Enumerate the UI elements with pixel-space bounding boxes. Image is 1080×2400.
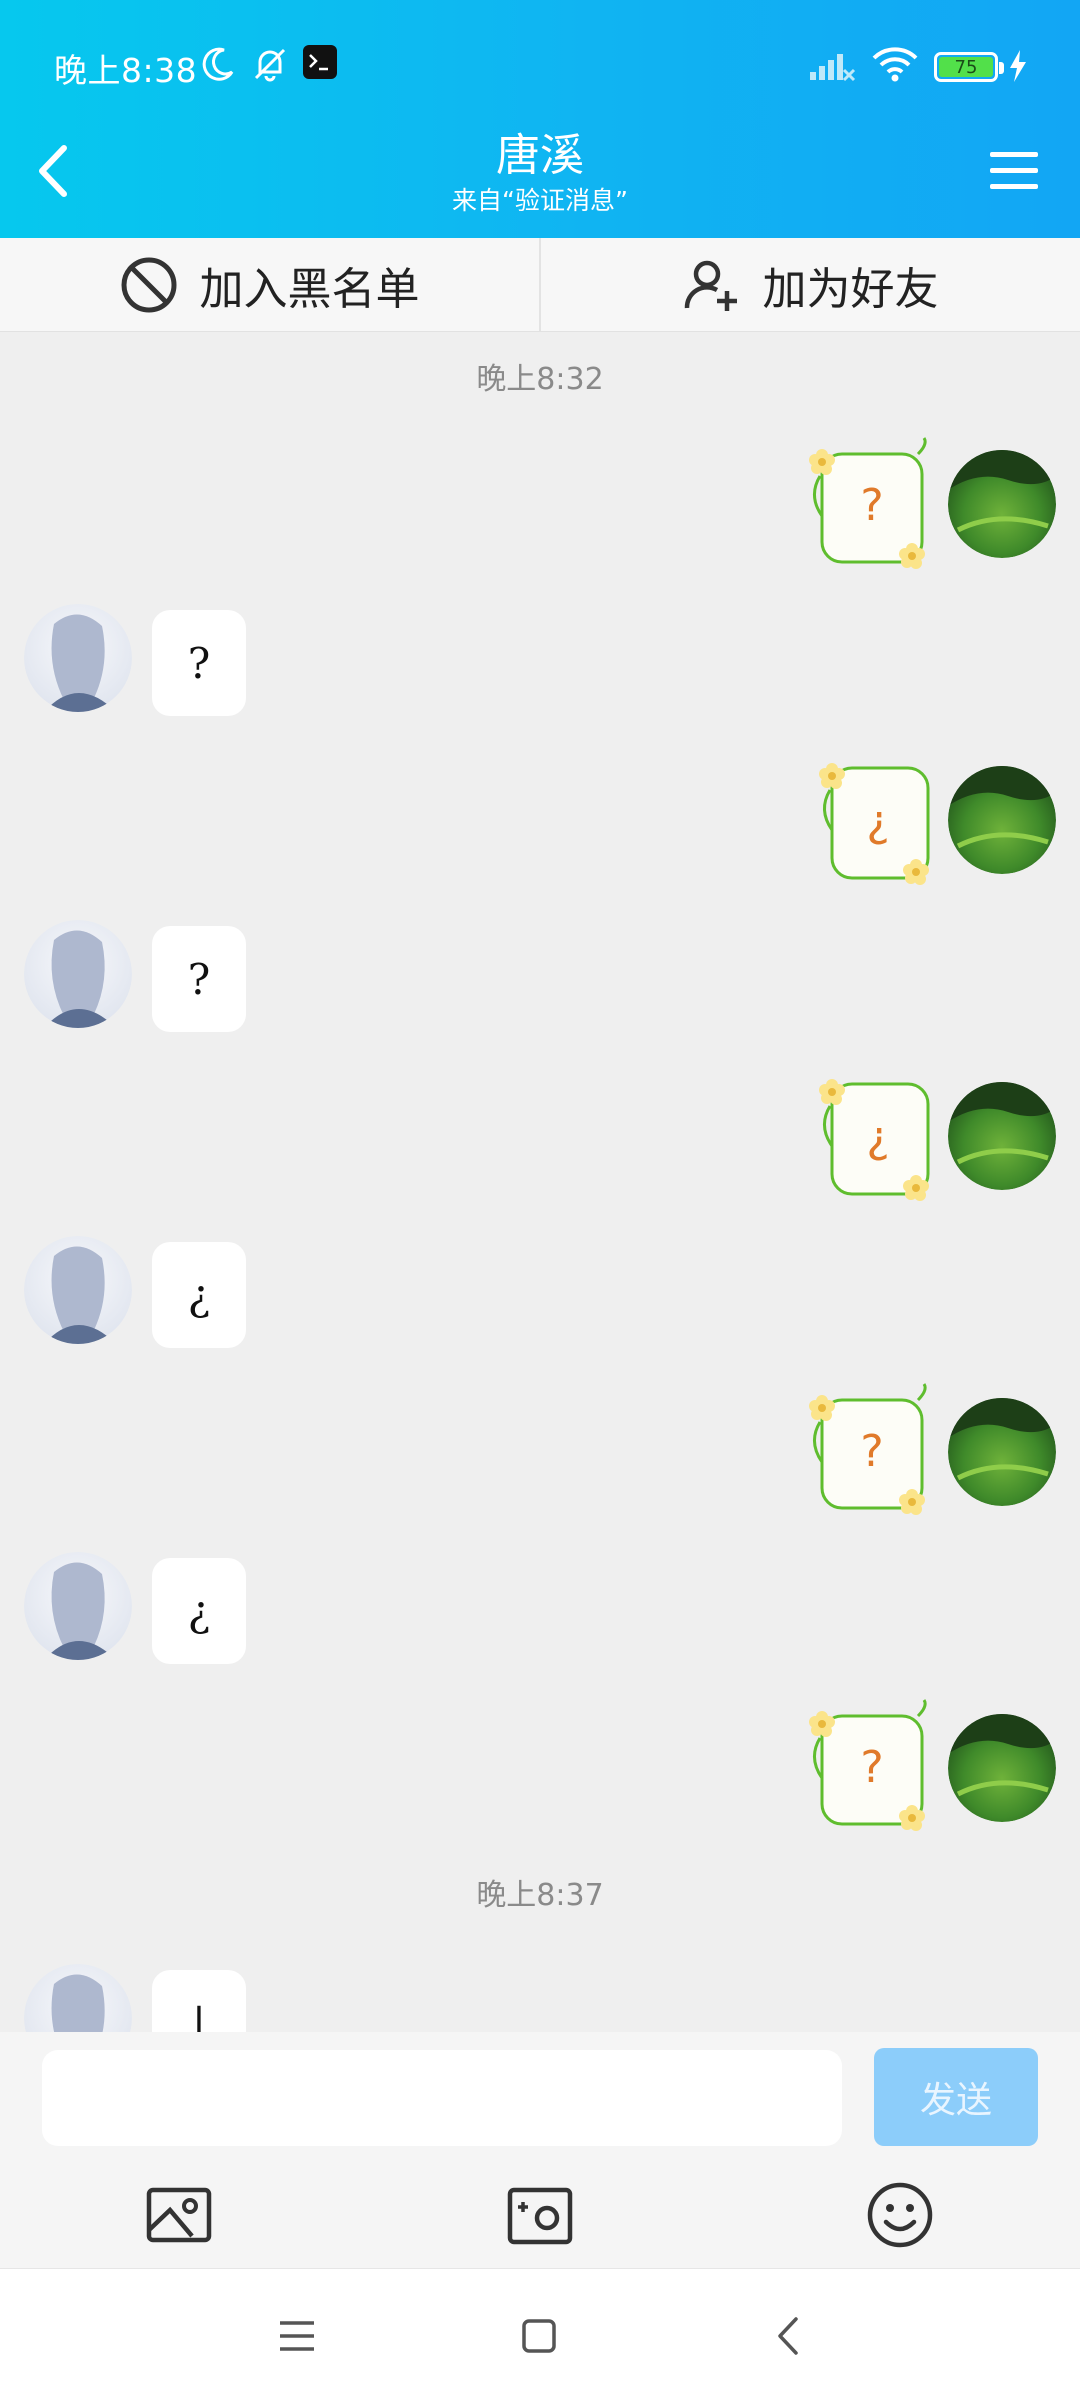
chat-message-list[interactable]: 晚上8:32 ? ? ¿ ? ¿ ¿ ? ¿ ? 晚上8:37 |: [0, 332, 1080, 2032]
chat-subtitle: 来自“验证消息”: [452, 186, 628, 215]
sticker-text: ¿: [866, 796, 889, 847]
emoji-icon[interactable]: [865, 2180, 935, 2250]
add-friend-button[interactable]: 加为好友: [539, 238, 1080, 331]
bell-off-icon: [254, 48, 286, 82]
moon-icon: [202, 47, 234, 81]
text-message[interactable]: ¿: [152, 1558, 246, 1664]
sticker-text: ?: [860, 480, 883, 531]
message-composer: 发送: [0, 2032, 1080, 2268]
sticker-message[interactable]: ¿: [812, 1066, 944, 1206]
chat-header: 晚上8:38 75 唐溪 来自“验证消息”: [0, 0, 1080, 238]
block-icon: [121, 257, 176, 312]
message-input[interactable]: [42, 2050, 842, 2146]
camera-icon[interactable]: [505, 2180, 575, 2250]
my-avatar[interactable]: [948, 766, 1056, 874]
menu-button[interactable]: [988, 146, 1040, 194]
add-to-blacklist-label: 加入黑名单: [199, 263, 420, 315]
battery-icon: 75: [934, 52, 1004, 82]
text-message[interactable]: ?: [152, 926, 246, 1032]
contact-avatar[interactable]: [24, 604, 132, 712]
sticker-message[interactable]: ?: [800, 436, 932, 576]
sticker-message[interactable]: ?: [800, 1382, 932, 1522]
back-icon[interactable]: [766, 2313, 812, 2359]
timestamp: 晚上8:37: [476, 1878, 604, 1913]
chat-title-block: 唐溪 来自“验证消息”: [0, 128, 1080, 218]
contact-avatar[interactable]: [24, 1236, 132, 1344]
wifi-icon: [872, 47, 918, 82]
text-message[interactable]: ?: [152, 610, 246, 716]
recents-icon[interactable]: [274, 2313, 320, 2359]
my-avatar[interactable]: [948, 1082, 1056, 1190]
terminal-icon: [303, 45, 337, 79]
home-icon[interactable]: [516, 2313, 562, 2359]
my-avatar[interactable]: [948, 1714, 1056, 1822]
contact-avatar[interactable]: [24, 920, 132, 1028]
system-navigation-bar: [0, 2268, 1080, 2400]
add-to-blacklist-button[interactable]: 加入黑名单: [0, 238, 539, 331]
chat-title: 唐溪: [496, 130, 584, 181]
text-message[interactable]: |: [152, 1970, 246, 2032]
contact-avatar[interactable]: [24, 1552, 132, 1660]
my-avatar[interactable]: [948, 450, 1056, 558]
sticker-text: ?: [860, 1426, 883, 1477]
status-time: 晚上8:38: [54, 51, 198, 90]
sticker-message[interactable]: ¿: [812, 750, 944, 890]
stranger-action-bar: 加入黑名单 加为好友: [0, 238, 1080, 332]
charging-icon: [1010, 50, 1026, 82]
sticker-message[interactable]: ?: [800, 1698, 932, 1838]
sticker-text: ¿: [866, 1112, 889, 1163]
sticker-text: ?: [860, 1742, 883, 1793]
status-bar: 晚上8:38 75: [0, 0, 1080, 130]
signal-icon: [810, 54, 856, 82]
add-friend-label: 加为好友: [762, 263, 939, 315]
send-button[interactable]: 发送: [874, 2048, 1038, 2146]
my-avatar[interactable]: [948, 1398, 1056, 1506]
contact-avatar[interactable]: [24, 1964, 132, 2032]
add-user-icon: [684, 260, 737, 311]
battery-level: 75: [954, 56, 978, 78]
image-icon[interactable]: [144, 2180, 214, 2250]
timestamp: 晚上8:32: [476, 362, 604, 397]
text-message[interactable]: ¿: [152, 1242, 246, 1348]
